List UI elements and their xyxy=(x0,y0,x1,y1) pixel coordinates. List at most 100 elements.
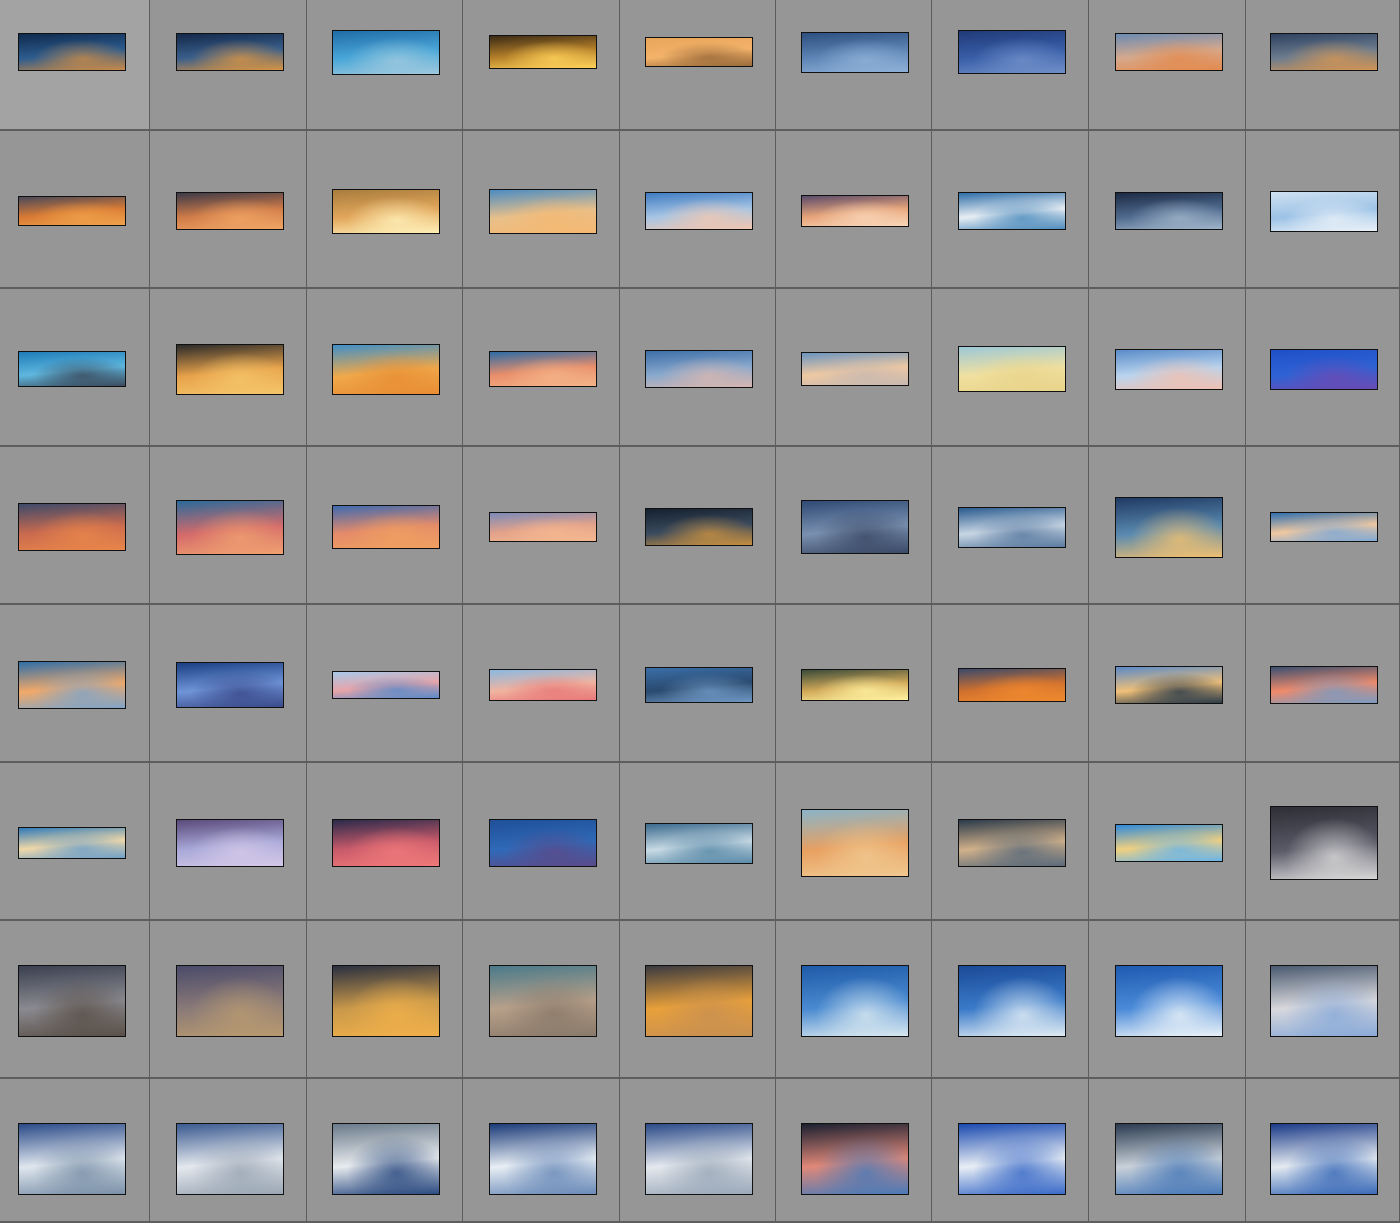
grid-cell xyxy=(620,605,776,763)
sky-thumbnail[interactable] xyxy=(801,965,909,1037)
sky-thumbnail[interactable] xyxy=(176,192,284,230)
sky-thumbnail[interactable] xyxy=(18,351,126,387)
grid-cell xyxy=(620,1079,776,1223)
sky-thumbnail[interactable] xyxy=(1270,349,1378,390)
sky-thumbnail[interactable] xyxy=(958,965,1066,1037)
sky-thumbnail[interactable] xyxy=(801,352,909,386)
grid-cell xyxy=(307,1079,463,1223)
sky-thumbnail[interactable] xyxy=(1115,965,1223,1037)
sky-thumbnail[interactable] xyxy=(1115,666,1223,704)
sky-thumbnail[interactable] xyxy=(18,965,126,1037)
sky-thumbnail[interactable] xyxy=(176,500,284,555)
sky-thumbnail[interactable] xyxy=(18,827,126,859)
grid-cell xyxy=(620,131,776,289)
sky-thumbnail[interactable] xyxy=(645,508,753,546)
grid-cell xyxy=(463,0,620,131)
sky-thumbnail[interactable] xyxy=(645,37,753,67)
sky-thumbnail[interactable] xyxy=(1115,824,1223,862)
sky-thumbnail[interactable] xyxy=(489,819,597,867)
sky-thumbnail[interactable] xyxy=(18,1123,126,1195)
sky-thumbnail[interactable] xyxy=(18,503,126,551)
sky-thumbnail[interactable] xyxy=(1115,1123,1223,1195)
sky-thumbnail[interactable] xyxy=(645,667,753,703)
grid-cell xyxy=(150,921,307,1079)
sky-thumbnail[interactable] xyxy=(645,350,753,388)
grid-cell xyxy=(620,0,776,131)
grid-cell xyxy=(463,763,620,921)
sky-thumbnail[interactable] xyxy=(332,965,440,1037)
sky-thumbnail[interactable] xyxy=(645,1123,753,1195)
sky-thumbnail[interactable] xyxy=(1115,349,1223,390)
sky-thumbnail[interactable] xyxy=(489,512,597,542)
grid-cell xyxy=(1246,447,1400,605)
grid-cell xyxy=(463,131,620,289)
sky-thumbnail[interactable] xyxy=(1270,1123,1378,1195)
grid-cell xyxy=(463,447,620,605)
sky-thumbnail[interactable] xyxy=(801,195,909,227)
sky-thumbnail[interactable] xyxy=(176,819,284,867)
sky-thumbnail[interactable] xyxy=(332,1123,440,1195)
sky-thumbnail[interactable] xyxy=(489,965,597,1037)
sky-thumbnail[interactable] xyxy=(958,668,1066,702)
sky-thumbnail[interactable] xyxy=(1270,33,1378,71)
grid-cell xyxy=(1089,921,1246,1079)
sky-thumbnail[interactable] xyxy=(958,819,1066,867)
sky-thumbnail[interactable] xyxy=(18,196,126,226)
sky-thumbnail[interactable] xyxy=(489,1123,597,1195)
sky-thumbnail[interactable] xyxy=(332,30,440,75)
sky-thumbnail[interactable] xyxy=(958,346,1066,392)
grid-cell xyxy=(0,131,150,289)
sky-thumbnail[interactable] xyxy=(801,669,909,701)
sky-thumbnail[interactable] xyxy=(1270,806,1378,880)
sky-thumbnail[interactable] xyxy=(958,1123,1066,1195)
sky-thumbnail[interactable] xyxy=(801,500,909,554)
sky-thumbnail[interactable] xyxy=(645,965,753,1037)
sky-thumbnail[interactable] xyxy=(176,33,284,71)
grid-cell xyxy=(307,289,463,447)
grid-cell xyxy=(776,605,932,763)
sky-thumbnail[interactable] xyxy=(958,507,1066,548)
grid-cell xyxy=(932,131,1089,289)
sky-thumbnail[interactable] xyxy=(332,344,440,395)
grid-cell xyxy=(0,605,150,763)
sky-thumbnail[interactable] xyxy=(801,32,909,73)
grid-cell xyxy=(1089,131,1246,289)
sky-thumbnail[interactable] xyxy=(1115,33,1223,71)
grid-cell xyxy=(776,131,932,289)
sky-thumbnail[interactable] xyxy=(489,351,597,387)
sky-thumbnail[interactable] xyxy=(1115,497,1223,558)
grid-cell xyxy=(932,0,1089,131)
sky-thumbnail[interactable] xyxy=(1270,965,1378,1037)
sky-thumbnail[interactable] xyxy=(176,965,284,1037)
sky-thumbnail[interactable] xyxy=(18,33,126,71)
sky-thumbnail[interactable] xyxy=(1115,192,1223,230)
grid-cell xyxy=(1246,0,1400,131)
grid-cell xyxy=(1246,605,1400,763)
sky-thumbnail[interactable] xyxy=(489,669,597,701)
grid-cell xyxy=(620,289,776,447)
grid-cell xyxy=(1089,1079,1246,1223)
sky-thumbnail[interactable] xyxy=(958,192,1066,230)
sky-thumbnail[interactable] xyxy=(1270,666,1378,704)
sky-thumbnail[interactable] xyxy=(958,30,1066,74)
grid-cell xyxy=(620,763,776,921)
sky-thumbnail[interactable] xyxy=(332,819,440,867)
sky-thumbnail[interactable] xyxy=(332,505,440,549)
sky-thumbnail[interactable] xyxy=(645,192,753,230)
sky-thumbnail[interactable] xyxy=(1270,512,1378,542)
sky-thumbnail[interactable] xyxy=(645,823,753,864)
sky-thumbnail[interactable] xyxy=(801,809,909,877)
sky-thumbnail[interactable] xyxy=(801,1123,909,1195)
grid-cell xyxy=(1089,763,1246,921)
sky-thumbnail[interactable] xyxy=(489,35,597,69)
grid-cell xyxy=(932,763,1089,921)
sky-thumbnail[interactable] xyxy=(176,662,284,708)
sky-thumbnail[interactable] xyxy=(1270,191,1378,232)
sky-thumbnail[interactable] xyxy=(332,189,440,234)
sky-thumbnail[interactable] xyxy=(489,189,597,234)
grid-cell xyxy=(307,447,463,605)
sky-thumbnail[interactable] xyxy=(18,661,126,709)
sky-thumbnail[interactable] xyxy=(176,1123,284,1195)
sky-thumbnail[interactable] xyxy=(332,671,440,699)
sky-thumbnail[interactable] xyxy=(176,344,284,395)
